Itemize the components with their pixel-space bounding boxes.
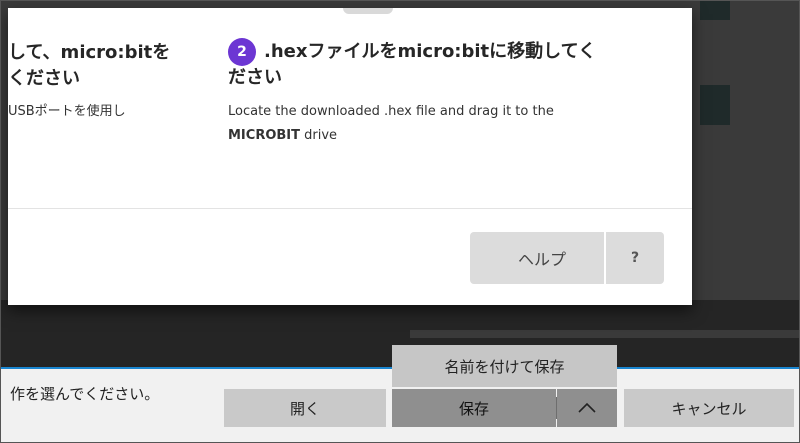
save-as-menu-item[interactable]: 名前を付けて保存 xyxy=(392,345,617,387)
step-1-title-line1: して、micro:bitを xyxy=(8,42,171,63)
step-2: 2 .hexファイルをmicro:bitに移動してく ださい Locate th… xyxy=(228,38,658,148)
step-1-description: USBポートを使用し xyxy=(8,104,126,119)
step-2-description-text: Locate the downloaded .hex file and drag… xyxy=(228,104,554,119)
step-1-title-line2: ください xyxy=(8,68,80,89)
microbit-drive-name: MICROBIT xyxy=(228,128,300,143)
background-stripe xyxy=(410,330,800,338)
help-button[interactable]: ヘルプ xyxy=(470,232,604,284)
dialog-top-tab xyxy=(343,8,393,14)
background-panel xyxy=(700,85,730,125)
step-number-badge: 2 xyxy=(228,38,256,66)
step-2-title-line2: ださい xyxy=(228,67,282,88)
chevron-up-icon xyxy=(578,402,596,413)
help-question-button[interactable]: ? xyxy=(606,232,664,284)
background-panel xyxy=(700,0,730,20)
step-2-title-line1: .hexファイルをmicro:bitに移動してく xyxy=(264,41,597,62)
download-help-dialog: して、micro:bitを ください USBポートを使用し 2 .hexファイル… xyxy=(8,8,692,305)
save-options-button[interactable] xyxy=(557,389,617,427)
open-button[interactable]: 開く xyxy=(224,389,386,427)
save-button[interactable]: 保存 xyxy=(392,389,556,427)
dialog-divider xyxy=(8,208,692,209)
cancel-button[interactable]: キャンセル xyxy=(624,389,794,427)
download-message: 作を選んでください。 xyxy=(10,385,160,403)
step-2-description: Locate the downloaded .hex file and drag… xyxy=(228,100,648,148)
step-1: して、micro:bitを ください USBポートを使用し xyxy=(8,40,208,119)
step-2-description-tail: drive xyxy=(300,128,338,143)
